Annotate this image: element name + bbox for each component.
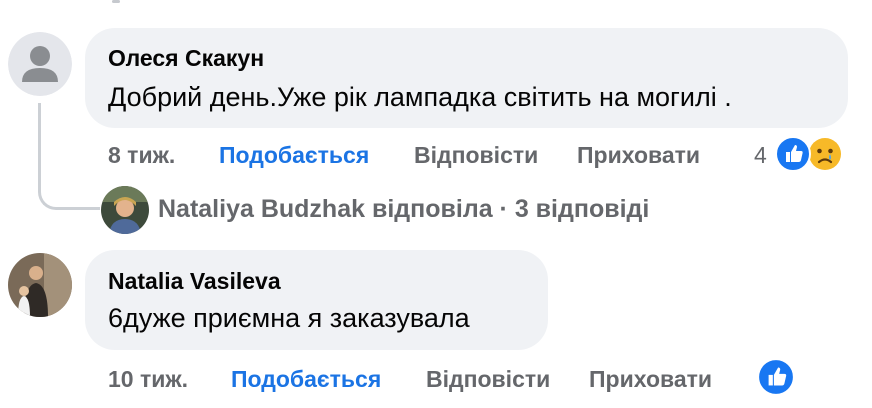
like-button[interactable]: Подобається bbox=[231, 366, 381, 393]
view-replies-link[interactable]: Nataliya Budzhak відповіла · 3 відповіді bbox=[158, 195, 649, 224]
like-button[interactable]: Подобається bbox=[219, 142, 369, 169]
comment-bubble bbox=[85, 250, 548, 350]
sad-icon bbox=[808, 137, 842, 171]
comment-text: 6дуже приємна я заказувала bbox=[108, 303, 470, 333]
comment-timestamp[interactable]: 8 тиж. bbox=[108, 142, 175, 169]
like-icon[interactable] bbox=[757, 358, 795, 396]
comment-author[interactable]: Natalia Vasileva bbox=[108, 268, 281, 295]
avatar-natalia-vasileva[interactable] bbox=[8, 253, 72, 317]
avatar-default[interactable] bbox=[8, 32, 72, 96]
hide-button[interactable]: Приховати bbox=[577, 142, 700, 169]
thread-connector bbox=[38, 103, 100, 210]
previous-item-fragment bbox=[112, 0, 120, 3]
avatar-nataliya-budzhak[interactable] bbox=[101, 186, 149, 234]
reply-button[interactable]: Відповісти bbox=[426, 366, 550, 393]
like-icon bbox=[775, 136, 811, 172]
profile-photo-icon bbox=[8, 253, 72, 317]
comment-author[interactable]: Олеся Скакун bbox=[108, 45, 264, 72]
reaction-count[interactable]: 4 bbox=[754, 142, 767, 169]
comment-text: Добрий день.Уже рік лампадка світить на … bbox=[108, 82, 732, 112]
hide-button[interactable]: Приховати bbox=[589, 366, 712, 393]
comment-timestamp[interactable]: 10 тиж. bbox=[108, 366, 188, 393]
default-user-icon bbox=[8, 32, 72, 96]
reply-button[interactable]: Відповісти bbox=[414, 142, 538, 169]
comment-bubble bbox=[85, 28, 848, 128]
profile-photo-icon bbox=[101, 186, 149, 234]
